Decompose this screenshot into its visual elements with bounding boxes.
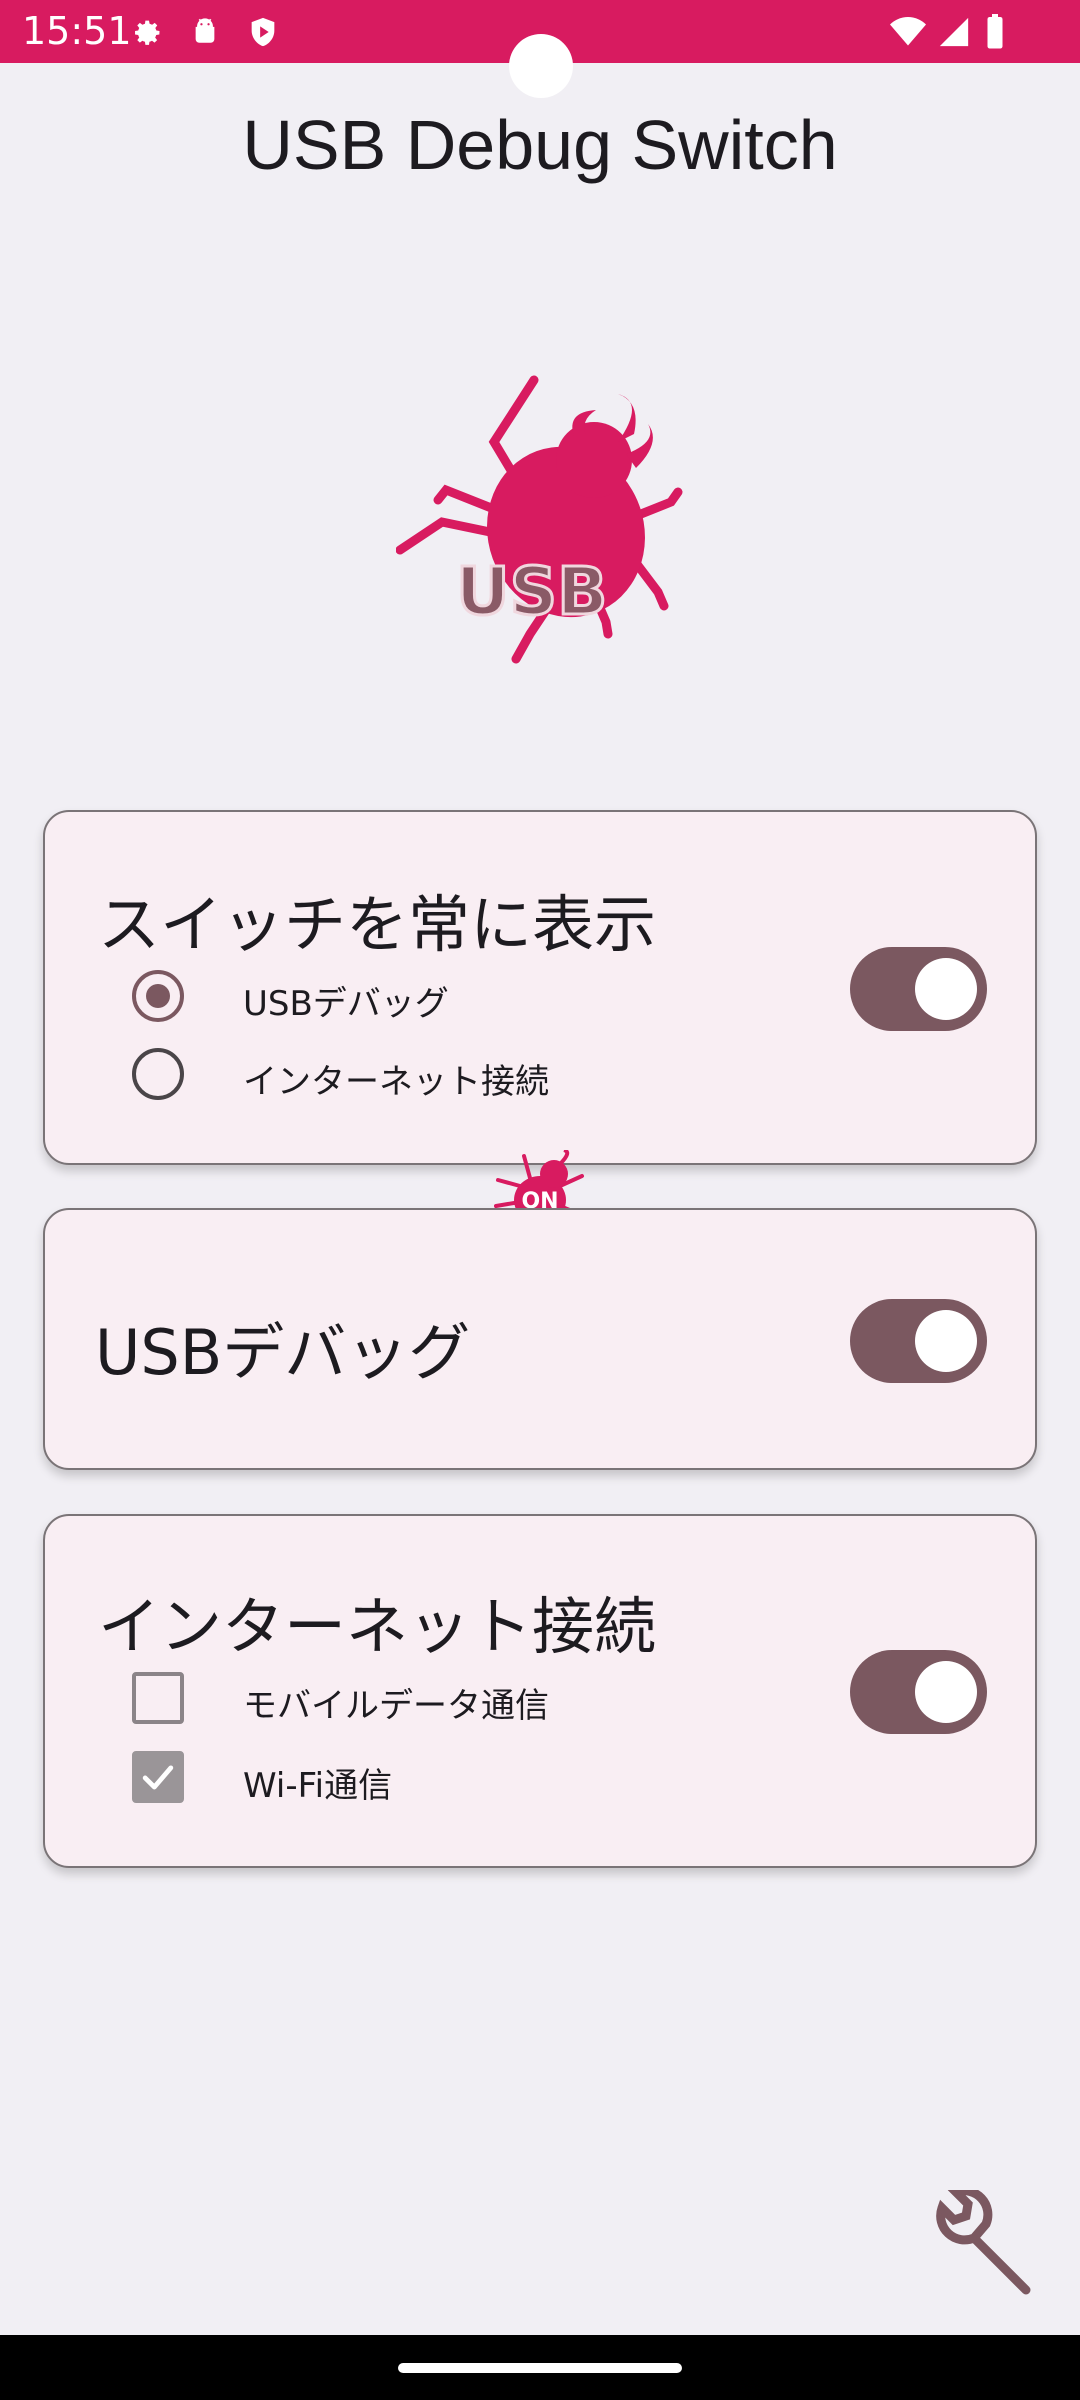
- internet-toggle[interactable]: [850, 1650, 987, 1734]
- usb-debug-toggle[interactable]: [850, 1299, 987, 1383]
- wrench-icon[interactable]: [930, 2190, 1040, 2300]
- status-time: 15:51: [22, 9, 132, 53]
- camera-cutout: [509, 34, 573, 98]
- always-show-toggle[interactable]: [850, 947, 987, 1031]
- usb-bug-logo: USB: [396, 375, 683, 664]
- app-title: USB Debug Switch: [242, 106, 838, 184]
- toggle-knob: [915, 1310, 977, 1372]
- usb-debug-card: USBデバッグ: [43, 1208, 1037, 1470]
- usb-debug-radio-label: USBデバッグ: [243, 984, 449, 1024]
- always-show-switch-card: スイッチを常に表示 USBデバッグ インターネット接続: [43, 810, 1037, 1165]
- mobile-data-checkbox[interactable]: [132, 1672, 184, 1724]
- card-title: スイッチを常に表示: [98, 888, 657, 961]
- gear-icon: [135, 20, 160, 45]
- card-title: インターネット接続: [98, 1590, 657, 1663]
- toggle-knob: [915, 1661, 977, 1723]
- battery-icon: [987, 14, 1003, 49]
- internet-radio[interactable]: [132, 1048, 184, 1100]
- internet-connection-card: インターネット接続 モバイルデータ通信 Wi-Fi通信: [43, 1514, 1037, 1868]
- card-title: USBデバッグ: [95, 1316, 471, 1389]
- shield-icon: [251, 17, 275, 47]
- home-gesture-handle[interactable]: [398, 2363, 682, 2373]
- wifi-label: Wi-Fi通信: [243, 1766, 393, 1806]
- usb-debug-radio[interactable]: [132, 970, 184, 1022]
- cellular-signal-icon: [939, 17, 969, 47]
- wifi-checkbox[interactable]: [132, 1751, 184, 1803]
- wifi-icon: [890, 17, 926, 46]
- logo-text: USB: [456, 553, 607, 630]
- toggle-knob: [915, 958, 977, 1020]
- checkmark-icon: [142, 1765, 174, 1790]
- mobile-data-label: モバイルデータ通信: [243, 1686, 549, 1726]
- internet-radio-label: インターネット接続: [243, 1062, 549, 1102]
- android-icon: [195, 18, 215, 43]
